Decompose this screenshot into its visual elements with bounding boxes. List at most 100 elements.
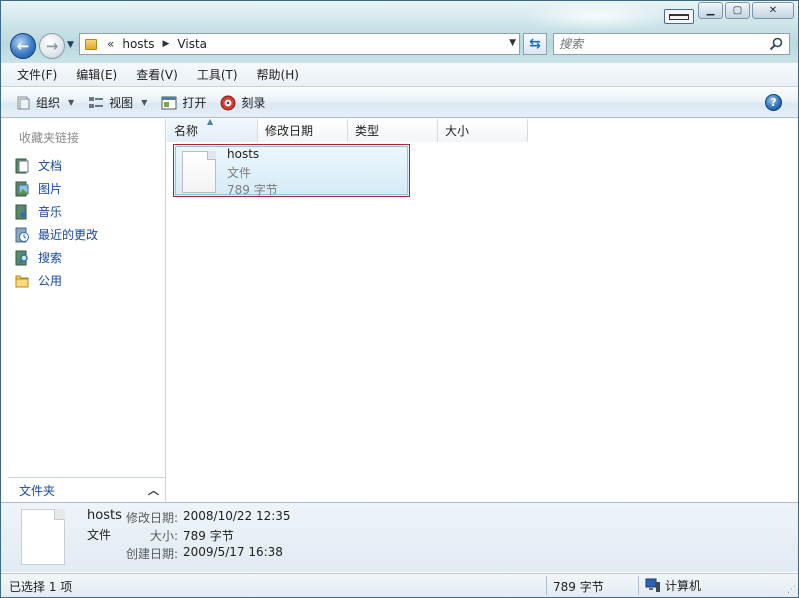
navigation-pane: 收藏夹链接 文档 图片 音乐 最近的更改 搜索 公用 文件夹 ︿ xyxy=(8,119,166,502)
pictures-icon xyxy=(15,181,29,196)
address-bar[interactable]: « hosts ▶ Vista ▼ xyxy=(79,33,520,55)
status-divider xyxy=(546,576,547,595)
details-pane: hosts 文件 修改日期: 2008/10/22 12:35 大小: 789 … xyxy=(1,502,798,572)
help-icon[interactable]: ? xyxy=(765,94,782,111)
recent-changes-icon xyxy=(15,227,29,242)
command-bar: 组织 ▼ 视图 ▼ 打开 刻录 ? xyxy=(1,88,798,118)
address-dropdown-icon[interactable]: ▼ xyxy=(509,38,516,48)
column-label: 大小 xyxy=(445,124,470,138)
nav-link-label: 文档 xyxy=(38,159,63,173)
search-input[interactable] xyxy=(559,35,759,53)
forward-button[interactable]: → xyxy=(39,33,65,59)
file-item-hosts[interactable]: hosts 文件 789 字节 xyxy=(173,144,410,197)
public-folder-icon xyxy=(15,275,29,287)
nav-link-label: 搜索 xyxy=(38,251,63,265)
folders-toggle[interactable]: 文件夹 ︿ xyxy=(8,477,165,502)
searches-icon xyxy=(15,250,28,265)
status-bar: 已选择 1 项 789 字节 计算机 ⋰ xyxy=(1,573,798,597)
nav-link-documents[interactable]: 文档 xyxy=(14,154,98,177)
file-type: 文件 xyxy=(227,166,252,180)
open-icon xyxy=(161,96,177,109)
minimize-button[interactable]: ▁ xyxy=(698,2,723,19)
views-dropdown-icon: ▼ xyxy=(141,98,148,107)
column-label: 修改日期 xyxy=(265,124,314,138)
folders-label: 文件夹 xyxy=(19,483,56,498)
nav-link-searches[interactable]: 搜索 xyxy=(14,246,98,269)
forward-arrow-icon: → xyxy=(45,37,59,55)
refresh-icon: ⇆ xyxy=(529,36,541,52)
maximize-button[interactable]: ▢ xyxy=(725,2,750,19)
details-created-value: 2009/5/17 16:38 xyxy=(183,545,283,559)
details-modified-label: 修改日期: xyxy=(125,511,178,525)
organize-label: 组织 xyxy=(36,96,61,110)
column-header-name[interactable]: ▲ 名称 xyxy=(167,117,258,142)
back-arrow-icon: ← xyxy=(16,37,30,55)
organize-dropdown-icon: ▼ xyxy=(68,98,75,107)
status-divider xyxy=(638,576,639,595)
music-icon xyxy=(15,204,27,219)
column-label: 类型 xyxy=(355,124,380,138)
nav-link-public[interactable]: 公用 xyxy=(14,269,98,292)
breadcrumb-vista[interactable]: Vista xyxy=(177,37,207,51)
status-zone: 计算机 xyxy=(645,577,701,594)
file-list: ▲ 名称 修改日期 类型 大小 hosts 文件 789 字节 xyxy=(167,117,798,502)
window-extra-button[interactable] xyxy=(664,9,694,24)
status-selection: 已选择 1 项 xyxy=(9,580,73,594)
address-overflow[interactable]: « xyxy=(107,37,114,51)
menu-help[interactable]: 帮助(H) xyxy=(245,66,306,83)
maximize-icon: ▢ xyxy=(732,4,743,16)
breadcrumb-hosts[interactable]: hosts xyxy=(122,37,154,51)
file-thumbnail-icon xyxy=(21,509,65,565)
column-label: 名称 xyxy=(174,124,199,138)
nav-link-pictures[interactable]: 图片 xyxy=(14,177,98,200)
nav-link-label: 最近的更改 xyxy=(38,228,99,242)
details-file-name: hosts xyxy=(87,508,122,523)
search-box[interactable] xyxy=(553,33,790,55)
back-button[interactable]: ← xyxy=(10,33,36,59)
column-header-modified[interactable]: 修改日期 xyxy=(258,119,348,142)
favorite-links-list: 文档 图片 音乐 最近的更改 搜索 公用 xyxy=(14,154,98,292)
column-header-size[interactable]: 大小 xyxy=(438,119,528,142)
caption-buttons: ▁ ▢ ✕ xyxy=(698,2,794,19)
burn-button[interactable]: 刻录 xyxy=(220,94,265,111)
minimize-icon: ▁ xyxy=(706,4,715,16)
details-created-label: 创建日期: xyxy=(125,547,178,561)
title-bar: ▁ ▢ ✕ ← → ▼ « hosts ▶ Vista ▼ ⇆ xyxy=(1,1,798,63)
file-name: hosts xyxy=(227,147,260,161)
organize-button[interactable]: 组织 ▼ xyxy=(15,94,74,111)
breadcrumb-separator-icon[interactable]: ▶ xyxy=(163,39,170,49)
nav-link-label: 公用 xyxy=(38,274,63,288)
nav-link-music[interactable]: 音乐 xyxy=(14,200,98,223)
resize-grip-icon[interactable]: ⋰ xyxy=(787,585,796,595)
column-header-type[interactable]: 类型 xyxy=(348,119,438,142)
details-file-type: 文件 xyxy=(87,528,112,542)
menu-tools[interactable]: 工具(T) xyxy=(185,66,245,83)
views-icon xyxy=(89,96,104,108)
menu-view[interactable]: 查看(V) xyxy=(124,66,185,83)
open-button[interactable]: 打开 xyxy=(161,94,206,111)
refresh-button[interactable]: ⇆ xyxy=(523,33,547,55)
documents-icon xyxy=(15,158,29,173)
computer-icon xyxy=(645,578,660,592)
glass-highlight xyxy=(521,1,671,31)
nav-link-label: 图片 xyxy=(38,182,63,196)
sort-ascending-icon: ▲ xyxy=(207,117,214,126)
status-size: 789 字节 xyxy=(553,580,604,594)
close-button[interactable]: ✕ xyxy=(752,2,794,19)
open-label: 打开 xyxy=(182,96,207,110)
nav-link-recent-changes[interactable]: 最近的更改 xyxy=(14,223,98,246)
nav-link-label: 音乐 xyxy=(38,205,63,219)
burn-disc-icon xyxy=(220,95,236,110)
recent-pages-dropdown[interactable]: ▼ xyxy=(67,40,74,50)
burn-label: 刻录 xyxy=(241,96,266,110)
status-zone-label: 计算机 xyxy=(665,579,702,593)
menu-edit[interactable]: 编辑(E) xyxy=(64,66,124,83)
views-label: 视图 xyxy=(109,96,134,110)
search-icon[interactable] xyxy=(768,36,784,52)
details-modified-value: 2008/10/22 12:35 xyxy=(183,509,291,523)
close-icon: ✕ xyxy=(768,4,778,16)
views-button[interactable]: 视图 ▼ xyxy=(88,94,147,111)
column-headers: ▲ 名称 修改日期 类型 大小 xyxy=(167,117,528,142)
folder-icon xyxy=(85,38,97,50)
menu-file[interactable]: 文件(F) xyxy=(5,66,64,83)
